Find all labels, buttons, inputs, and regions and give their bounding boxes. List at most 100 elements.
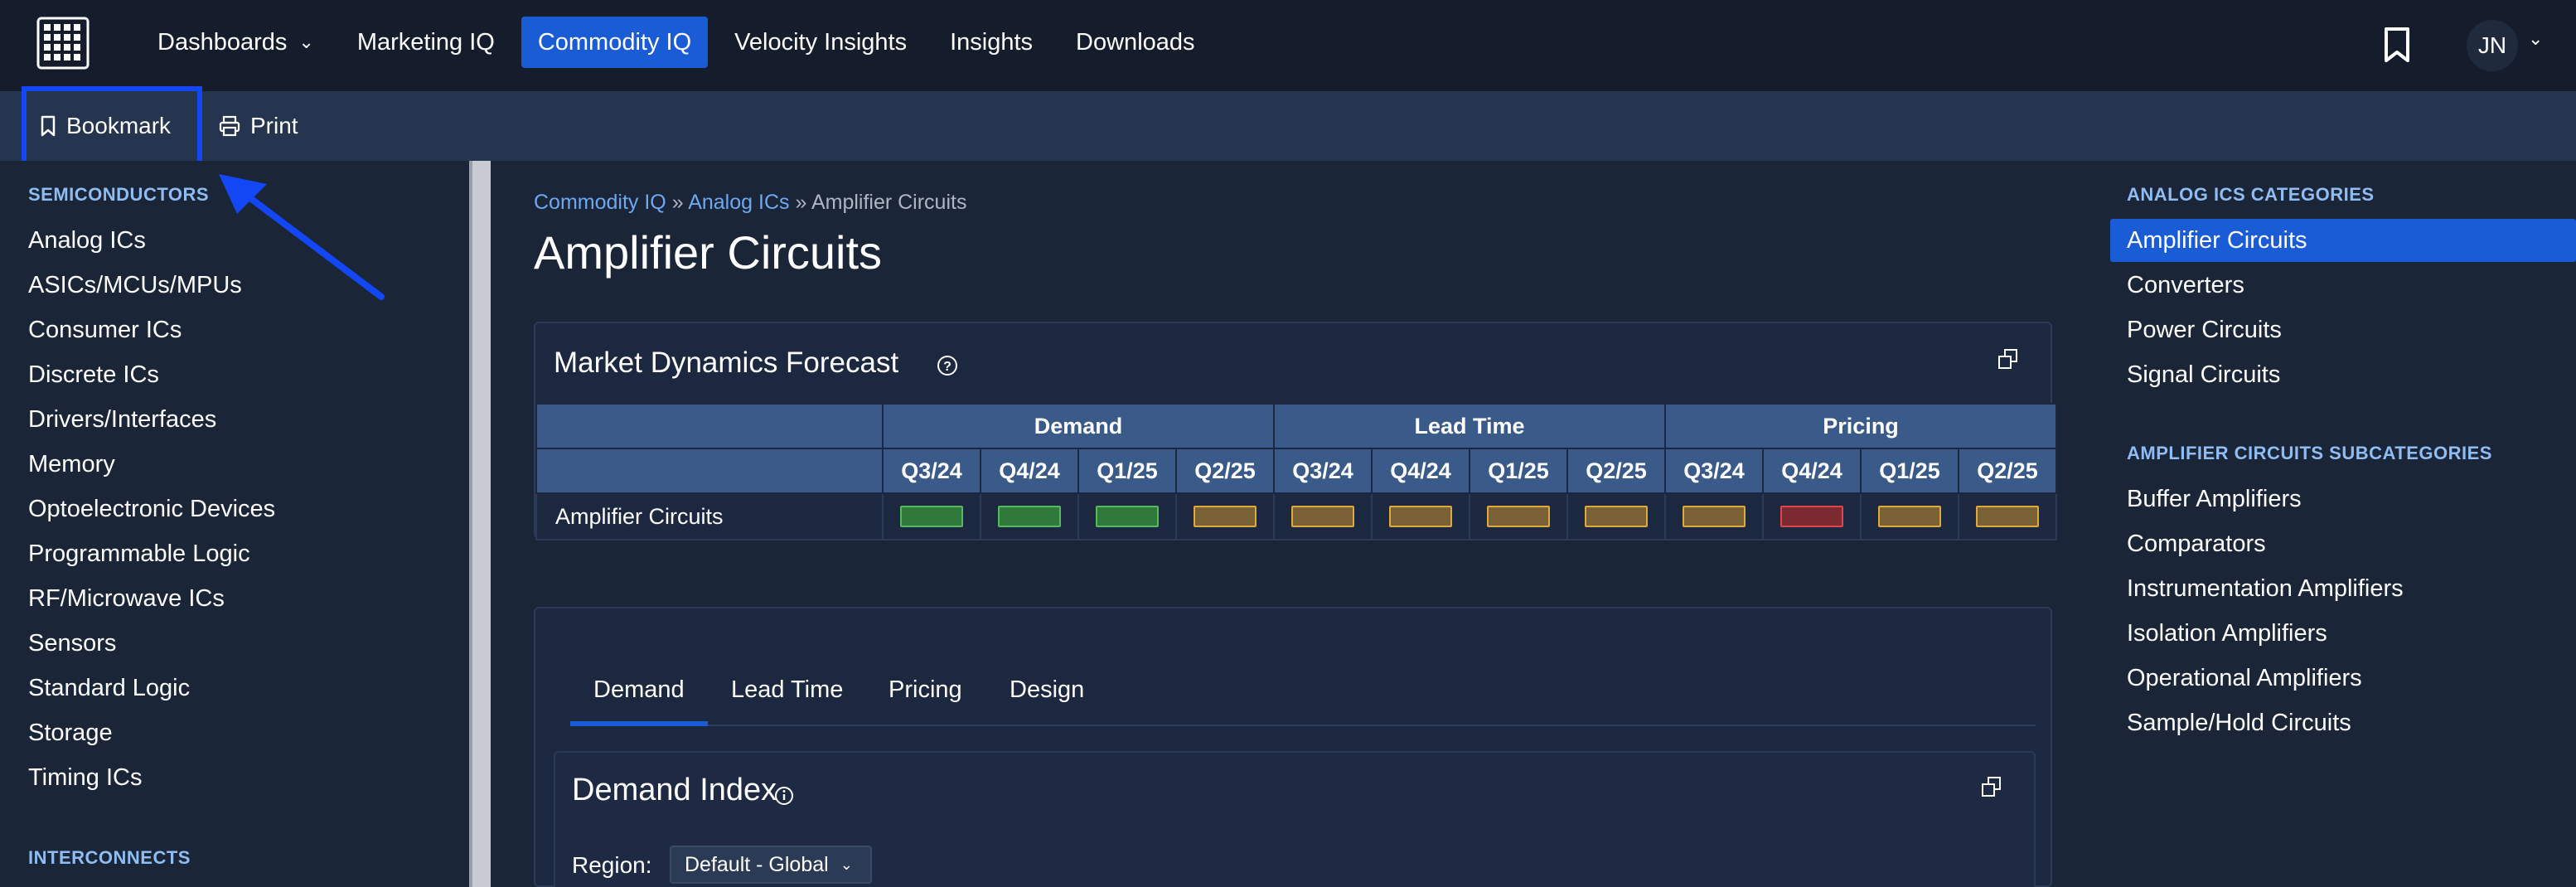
svg-text:?: ? [943,360,951,374]
subcategory-buffer-amplifiers[interactable]: Buffer Amplifiers [2127,486,2302,513]
annotation-arrow-icon [219,174,385,300]
nav-dashboards[interactable]: Dashboards ⌄ [141,17,331,68]
subcategory-sample-hold-circuits[interactable]: Sample/Hold Circuits [2127,710,2351,737]
sidebar-item-rf-microwave-ics[interactable]: RF/Microwave ICs [28,585,225,613]
print-button[interactable]: Print [219,91,298,161]
breadcrumb-separator: » [795,191,807,214]
status-swatch[interactable] [1487,506,1551,527]
quarter-header: Q1/25 [1077,448,1177,494]
forecast-quarter-header-row: Q3/24 Q4/24 Q1/25 Q2/25 Q3/24 Q4/24 Q1/2… [535,448,2058,494]
status-swatch[interactable] [900,506,963,527]
market-dynamics-card: Market Dynamics Forecast ? Demand Lead T… [534,322,2058,540]
status-swatch[interactable] [998,506,1061,527]
status-swatch[interactable] [1291,506,1355,527]
forecast-empty-header [535,403,884,449]
sidebar-item-analog-ics[interactable]: Analog ICs [28,227,146,254]
page-toolbar: Bookmark Print [0,91,2576,161]
quarter-header: Q4/24 [1762,448,1862,494]
nav-downloads[interactable]: Downloads [1059,17,1211,68]
chevron-down-icon: ⌄ [298,32,314,52]
market-dynamics-title: Market Dynamics Forecast [554,347,899,379]
tab-lead-time[interactable]: Lead Time [731,676,843,704]
help-question-icon[interactable]: ? [937,355,958,376]
quarter-header: Q2/25 [1958,448,2058,494]
nav-velocity-insights[interactable]: Velocity Insights [718,17,923,68]
sidebar-item-drivers-interfaces[interactable]: Drivers/Interfaces [28,406,216,434]
status-swatch[interactable] [1585,506,1649,527]
quarter-header: Q4/24 [1371,448,1471,494]
sidebar-item-programmable-logic[interactable]: Programmable Logic [28,540,250,568]
status-swatch[interactable] [1878,506,1942,527]
demand-index-title: Demand Index [572,773,777,807]
status-swatch[interactable] [1096,506,1159,527]
quarter-header: Q2/25 [1566,448,1667,494]
subcategory-instrumentation-amplifiers[interactable]: Instrumentation Amplifiers [2127,575,2404,603]
sidebar-item-memory[interactable]: Memory [28,451,115,478]
info-icon[interactable] [774,786,794,806]
status-swatch[interactable] [1683,506,1746,527]
chevron-down-icon: ⌄ [840,855,853,873]
sidebar-item-sensors[interactable]: Sensors [28,630,116,657]
breadcrumb-current: Amplifier Circuits [811,191,967,214]
sidebar-section-semiconductors: SEMICONDUCTORS [28,184,210,205]
sidebar-section-interconnects: INTERCONNECTS [28,847,191,868]
nav-marketing-iq[interactable]: Marketing IQ [341,17,511,68]
region-select[interactable]: Default - Global ⌄ [670,846,872,884]
region-label: Region: [572,852,652,878]
group-header-lead-time: Lead Time [1273,403,1667,449]
tab-pricing[interactable]: Pricing [889,676,962,704]
group-header-pricing: Pricing [1664,403,2058,449]
nav-dashboards-label: Dashboards [157,28,288,56]
breadcrumb: Commodity IQ » Analog ICs » Amplifier Ci… [534,191,966,215]
breadcrumb-separator: » [671,191,684,214]
user-avatar[interactable]: JN [2467,20,2518,71]
right-section-subcategories: AMPLIFIER CIRCUITS SUBCATEGORIES [2127,443,2492,463]
region-select-value: Default - Global [685,852,829,876]
subcategory-operational-amplifiers[interactable]: Operational Amplifiers [2127,665,2362,692]
sidebar-item-timing-ics[interactable]: Timing ICs [28,764,143,792]
forecast-empty-header [535,448,884,494]
sidebar-item-storage[interactable]: Storage [28,720,113,747]
tab-design[interactable]: Design [1010,676,1084,704]
category-power-circuits[interactable]: Power Circuits [2127,317,2282,344]
category-converters[interactable]: Converters [2127,272,2244,299]
quarter-header: Q1/25 [1469,448,1569,494]
quarter-header: Q3/24 [1664,448,1765,494]
demand-index-card: Demand Index Region: Default - Global ⌄ [554,751,2036,887]
sidebar-item-discrete-ics[interactable]: Discrete ICs [28,361,159,389]
category-amplifier-circuits[interactable]: Amplifier Circuits [2127,227,2307,254]
status-swatch[interactable] [1780,506,1844,527]
nav-commodity-iq[interactable]: Commodity IQ [521,17,709,68]
subcategory-comparators[interactable]: Comparators [2127,531,2266,558]
expand-icon[interactable] [1981,776,2002,797]
annotation-highlight-box [22,86,202,167]
sidebar-item-consumer-ics[interactable]: Consumer ICs [28,317,182,344]
nav-insights-label: Insights [950,28,1034,56]
sidebar-item-standard-logic[interactable]: Standard Logic [28,675,190,702]
forecast-table: Demand Lead Time Pricing Q3/24 Q4/24 Q1/… [535,403,2058,540]
detail-tabs: Demand Lead Time Pricing Design [570,660,2036,726]
main-nav: Dashboards ⌄ Marketing IQ Commodity IQ V… [141,17,1222,68]
page-title: Amplifier Circuits [534,226,883,279]
app-grid-logo-icon[interactable] [36,17,90,70]
user-menu-chevron-down-icon[interactable]: ⌄ [2528,28,2543,50]
category-signal-circuits[interactable]: Signal Circuits [2127,361,2280,389]
quarter-header: Q1/25 [1860,448,1960,494]
status-swatch[interactable] [1389,506,1453,527]
nav-commodity-iq-label: Commodity IQ [537,28,692,56]
nav-insights[interactable]: Insights [933,17,1049,68]
expand-icon[interactable] [1997,348,2019,370]
nav-marketing-iq-label: Marketing IQ [356,28,495,56]
detail-card: Demand Lead Time Pricing Design Demand I… [534,607,2052,887]
status-swatch[interactable] [1976,506,2040,527]
subcategory-isolation-amplifiers[interactable]: Isolation Amplifiers [2127,620,2327,647]
status-swatch[interactable] [1194,506,1257,527]
bookmarks-icon[interactable] [2382,27,2412,63]
breadcrumb-link-analog-ics[interactable]: Analog ICs [688,191,789,214]
quarter-header: Q2/25 [1174,448,1276,494]
group-header-demand: Demand [881,403,1276,449]
breadcrumb-link-commodity-iq[interactable]: Commodity IQ [534,191,666,214]
sidebar-item-optoelectronic-devices[interactable]: Optoelectronic Devices [28,496,275,523]
sidebar-scrollbar[interactable] [469,161,491,887]
tab-demand[interactable]: Demand [593,676,685,704]
